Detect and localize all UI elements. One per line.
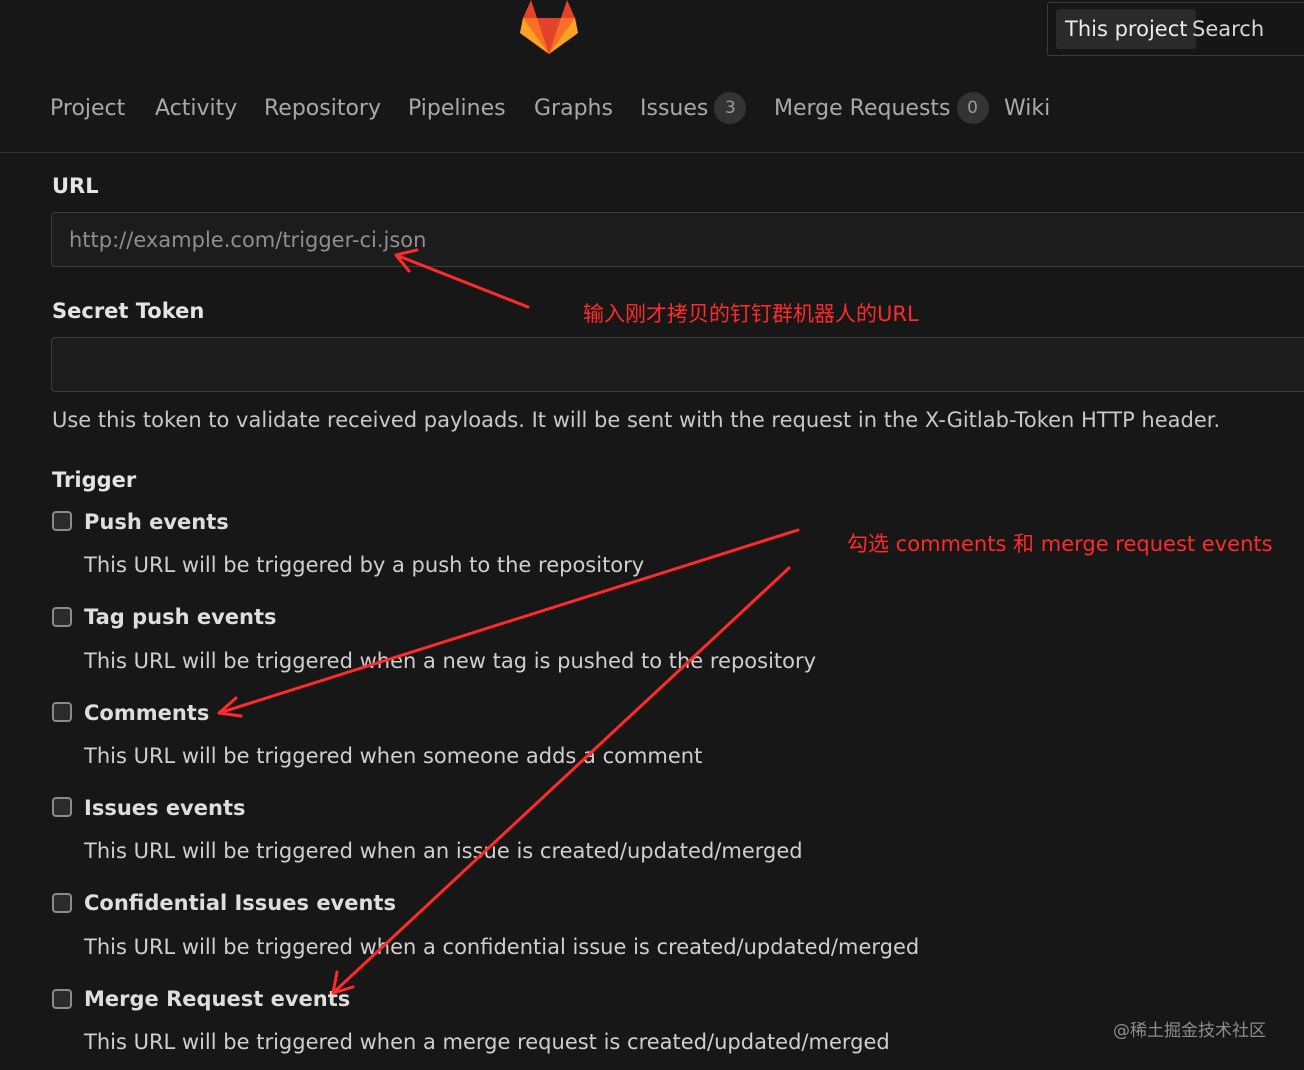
trigger-label: Trigger — [52, 468, 137, 492]
watermark: @稀土掘金技术社区 — [1113, 1021, 1266, 1041]
push-events-label[interactable]: Push events — [84, 508, 229, 536]
nav-merge-requests-label: Merge Requests — [774, 96, 951, 121]
url-input[interactable] — [51, 212, 1304, 267]
nav-graphs-label: Graphs — [534, 96, 613, 121]
comments-help: This URL will be triggered when someone … — [84, 744, 703, 768]
nav-project-label: Project — [50, 96, 126, 121]
secret-token-help: Use this token to validate received payl… — [52, 408, 1221, 432]
issues-events-help: This URL will be triggered when an issue… — [84, 839, 803, 863]
nav-project[interactable]: Project — [50, 92, 125, 126]
nav-wiki[interactable]: Wiki — [1004, 92, 1050, 126]
gitlab-logo[interactable] — [517, 0, 581, 56]
nav-issues-label: Issues — [640, 96, 709, 121]
issues-events-label[interactable]: Issues events — [84, 794, 245, 822]
tag-push-events-checkbox[interactable] — [52, 607, 72, 627]
nav-activity-label: Activity — [155, 96, 238, 121]
search-scope-badge[interactable]: This project — [1056, 9, 1197, 49]
push-events-help: This URL will be triggered by a push to … — [84, 553, 645, 577]
nav-repository-label: Repository — [264, 96, 381, 121]
nav-wiki-label: Wiki — [1004, 96, 1051, 121]
url-label: URL — [52, 174, 99, 198]
nav-divider — [0, 152, 1304, 153]
merge-request-events-help: This URL will be triggered when a merge … — [84, 1030, 890, 1054]
nav-merge-requests[interactable]: Merge Requests 0 — [774, 91, 989, 126]
nav-pipelines[interactable]: Pipelines — [408, 92, 506, 126]
confidential-issues-events-help: This URL will be triggered when a confid… — [84, 935, 920, 959]
trigger-annotation-text: 勾选 comments 和 merge request events — [847, 532, 1273, 556]
tag-push-events-label[interactable]: Tag push events — [84, 603, 277, 631]
confidential-issues-events-label[interactable]: Confidential Issues events — [84, 889, 396, 917]
nav-issues[interactable]: Issues 3 — [640, 91, 747, 126]
nav-repository[interactable]: Repository — [264, 92, 381, 126]
nav-graphs[interactable]: Graphs — [534, 92, 613, 126]
merge-request-events-label[interactable]: Merge Request events — [84, 985, 350, 1013]
search-input[interactable]: Search — [1192, 9, 1264, 49]
confidential-issues-events-checkbox[interactable] — [52, 893, 72, 913]
comments-label[interactable]: Comments — [84, 699, 209, 727]
secret-token-label: Secret Token — [52, 299, 205, 323]
gitlab-fox-icon — [520, 0, 578, 54]
nav-activity[interactable]: Activity — [155, 92, 237, 126]
merge-request-annotation-arrow — [331, 566, 791, 995]
search-box[interactable]: This project Search — [1047, 2, 1304, 56]
issues-events-checkbox[interactable] — [52, 797, 72, 817]
push-events-checkbox[interactable] — [52, 511, 72, 531]
tag-push-events-help: This URL will be triggered when a new ta… — [84, 649, 817, 673]
merge-requests-count-badge: 0 — [956, 91, 989, 124]
comments-checkbox[interactable] — [52, 702, 72, 722]
merge-request-events-checkbox[interactable] — [52, 989, 72, 1009]
nav-pipelines-label: Pipelines — [408, 96, 506, 121]
secret-token-input[interactable] — [51, 337, 1304, 392]
issues-count-badge: 3 — [714, 91, 747, 124]
url-annotation-text: 输入刚才拷贝的钉钉群机器人的URL — [583, 302, 919, 326]
